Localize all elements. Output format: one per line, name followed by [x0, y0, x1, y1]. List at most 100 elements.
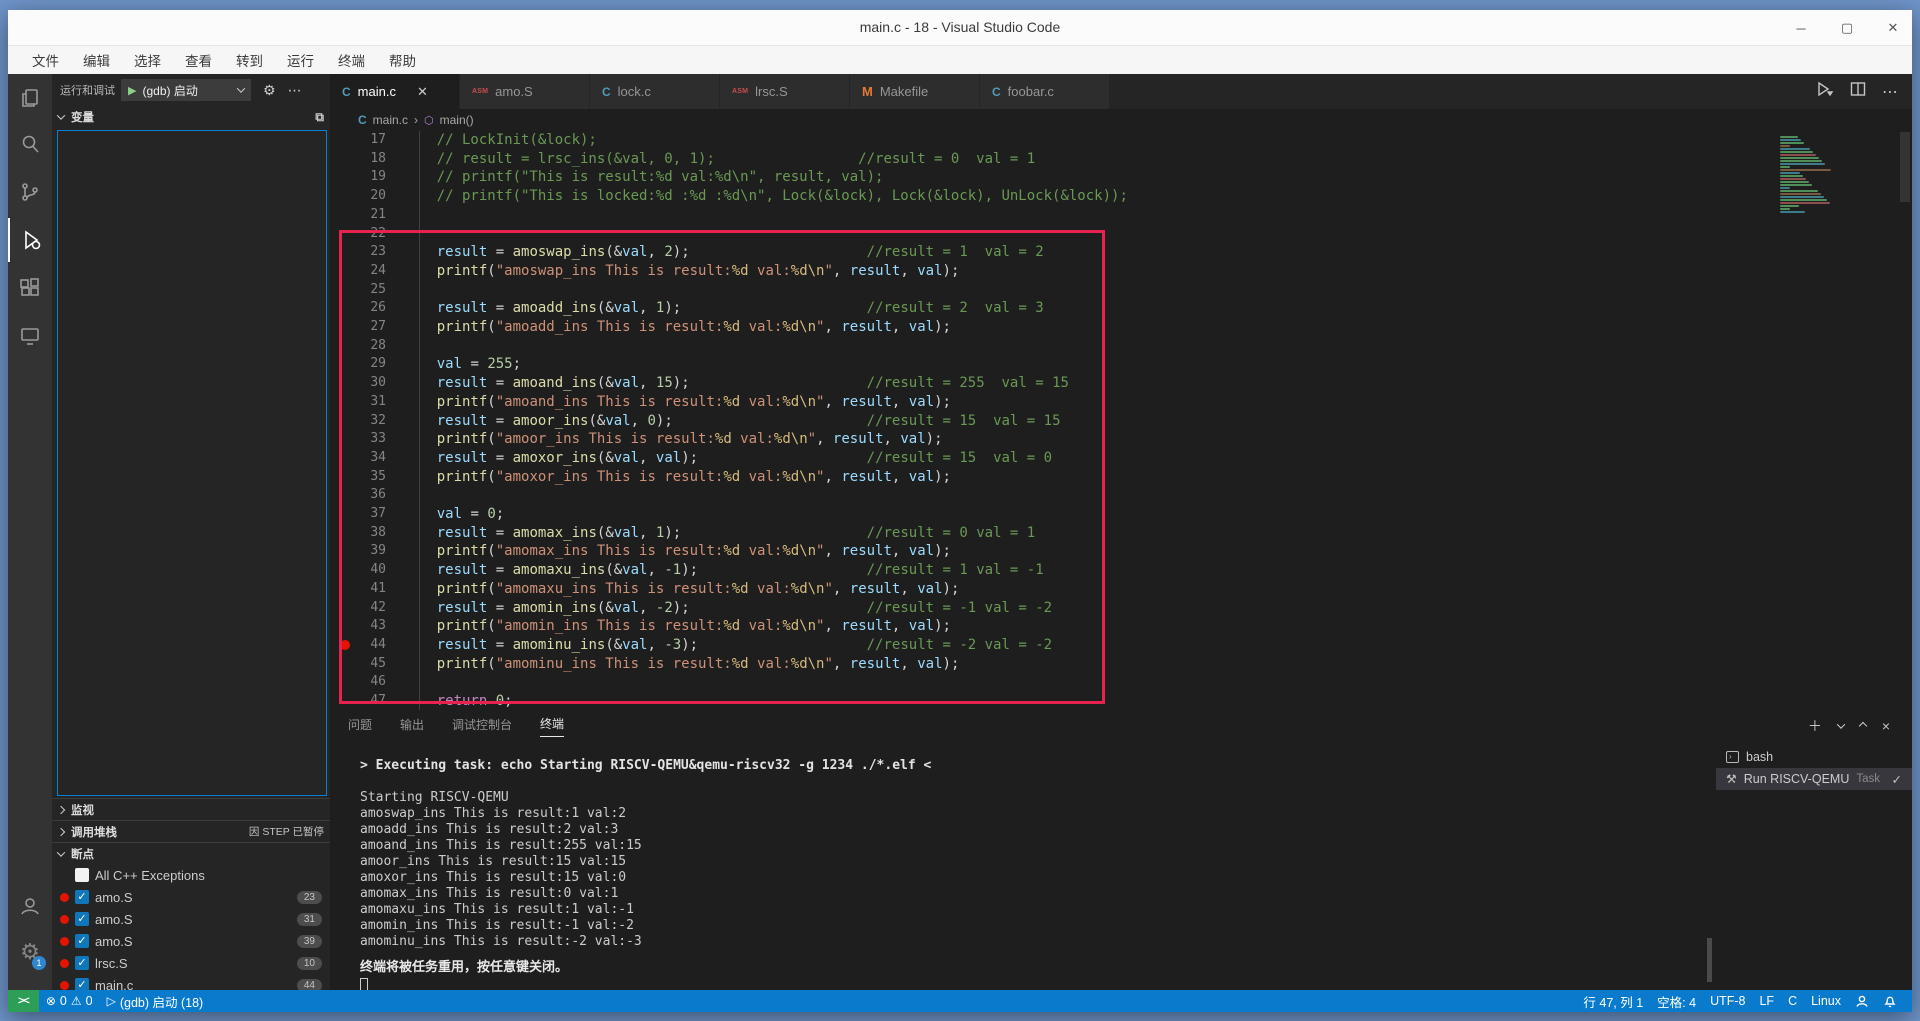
menu-item-运行[interactable]: 运行: [277, 47, 324, 73]
breakpoint-row-amo.S-39[interactable]: ✓amo.S39: [52, 930, 330, 952]
breakpoint-checkbox[interactable]: ✓: [75, 956, 89, 970]
os-indicator[interactable]: Linux: [1804, 990, 1848, 1012]
callstack-section-header[interactable]: 调用堆栈 因 STEP 已暂停: [52, 820, 330, 842]
start-debug-icon[interactable]: ▶: [128, 84, 136, 97]
panel-tab-终端[interactable]: 终端: [540, 715, 564, 737]
debug-more-actions-icon[interactable]: ⋯: [288, 82, 302, 99]
code-editor[interactable]: 17 // LockInit(&lock);18 // result = lrs…: [330, 131, 1912, 710]
code-line-29[interactable]: 29 val = 255;: [330, 355, 1912, 374]
panel-tab-输出[interactable]: 输出: [400, 716, 424, 737]
code-line-37[interactable]: 37 val = 0;: [330, 505, 1912, 524]
code-line-42[interactable]: 42 result = amomin_ins(&val, -2); //resu…: [330, 599, 1912, 618]
code-line-44[interactable]: 44 result = amominu_ins(&val, -3); //res…: [330, 636, 1912, 655]
terminal-list-item-Run RISCV-QEMU[interactable]: ⚒Run RISCV-QEMUTask✓: [1716, 768, 1912, 790]
breakpoint-row-All C++ Exceptions[interactable]: All C++ Exceptions: [52, 864, 330, 886]
breadcrumb-file[interactable]: main.c: [373, 113, 408, 127]
code-line-22[interactable]: 22: [330, 225, 1912, 244]
account-icon[interactable]: [8, 884, 52, 928]
extensions-icon[interactable]: [8, 266, 52, 310]
source-control-icon[interactable]: [8, 170, 52, 214]
problems-status[interactable]: ⊗ 0 ⚠ 0: [39, 990, 100, 1012]
settings-gear-icon[interactable]: ⚙ 1: [8, 930, 52, 974]
breadcrumb[interactable]: C main.c › ⬡ main(): [330, 109, 1912, 131]
debug-settings-gear-icon[interactable]: ⚙: [263, 82, 276, 99]
code-line-24[interactable]: 24 printf("amoswap_ins This is result:%d…: [330, 262, 1912, 281]
notifications-bell-icon[interactable]: [1876, 990, 1904, 1012]
language-mode[interactable]: C: [1781, 990, 1804, 1012]
explorer-icon[interactable]: [8, 76, 52, 120]
new-terminal-icon[interactable]: ＋: [1808, 716, 1822, 736]
watch-section-header[interactable]: 监视: [52, 798, 330, 820]
code-line-36[interactable]: 36: [330, 486, 1912, 505]
code-line-35[interactable]: 35 printf("amoxor_ins This is result:%d …: [330, 468, 1912, 487]
encoding[interactable]: UTF-8: [1703, 990, 1752, 1012]
code-line-39[interactable]: 39 printf("amomax_ins This is result:%d …: [330, 542, 1912, 561]
tab-amo.S[interactable]: ASMamo.S: [460, 74, 590, 109]
tab-Makefile[interactable]: MMakefile: [850, 74, 980, 109]
code-line-31[interactable]: 31 printf("amoand_ins This is result:%d …: [330, 393, 1912, 412]
breakpoint-checkbox[interactable]: ✓: [75, 912, 89, 926]
code-line-19[interactable]: 19 // printf("This is result:%d val:%d\n…: [330, 168, 1912, 187]
code-line-20[interactable]: 20 // printf("This is locked:%d :%d :%d\…: [330, 187, 1912, 206]
tab-lock.c[interactable]: Clock.c: [590, 74, 720, 109]
breakpoints-section-header[interactable]: 断点: [52, 842, 330, 864]
breadcrumb-symbol[interactable]: main(): [440, 113, 474, 127]
menu-item-转到[interactable]: 转到: [226, 47, 273, 73]
code-line-40[interactable]: 40 result = amomaxu_ins(&val, -1); //res…: [330, 561, 1912, 580]
code-line-45[interactable]: 45 printf("amominu_ins This is result:%d…: [330, 655, 1912, 674]
panel-tab-调试控制台[interactable]: 调试控制台: [452, 716, 512, 737]
code-line-33[interactable]: 33 printf("amoor_ins This is result:%d v…: [330, 430, 1912, 449]
tab-lrsc.S[interactable]: ASMlrsc.S: [720, 74, 850, 109]
eol-sequence[interactable]: LF: [1752, 990, 1781, 1012]
terminal-scrollbar[interactable]: [1707, 938, 1712, 982]
breakpoint-row-amo.S-31[interactable]: ✓amo.S31: [52, 908, 330, 930]
feedback-icon[interactable]: [1848, 990, 1876, 1012]
code-line-25[interactable]: 25: [330, 281, 1912, 300]
variables-section-header[interactable]: 变量 ⧉: [52, 106, 330, 128]
maximize-panel-icon[interactable]: [1859, 722, 1867, 730]
panel-tab-问题[interactable]: 问题: [348, 716, 372, 737]
menu-item-帮助[interactable]: 帮助: [379, 47, 426, 73]
debug-config-select[interactable]: ▶ (gdb) 启动: [121, 79, 251, 101]
code-line-47[interactable]: 47 return 0;: [330, 692, 1912, 710]
indentation[interactable]: 空格: 4: [1650, 990, 1703, 1012]
close-panel-icon[interactable]: ×: [1882, 718, 1890, 734]
run-or-debug-icon[interactable]: [1816, 81, 1834, 102]
debug-status[interactable]: ▷ (gdb) 启动 (18): [100, 990, 211, 1012]
remote-indicator[interactable]: ><: [8, 990, 39, 1012]
panes-icon[interactable]: ⧉: [315, 110, 324, 125]
code-line-34[interactable]: 34 result = amoxor_ins(&val, val); //res…: [330, 449, 1912, 468]
menu-item-选择[interactable]: 选择: [124, 47, 171, 73]
cursor-position[interactable]: 行 47, 列 1: [1576, 990, 1650, 1012]
breakpoint-row-amo.S-23[interactable]: ✓amo.S23: [52, 886, 330, 908]
breakpoint-checkbox[interactable]: ✓: [75, 934, 89, 948]
editor-scrollbar[interactable]: [1900, 132, 1910, 202]
breakpoint-row-lrsc.S-10[interactable]: ✓lrsc.S10: [52, 952, 330, 974]
code-line-30[interactable]: 30 result = amoand_ins(&val, 15); //resu…: [330, 374, 1912, 393]
terminal[interactable]: > Executing task: echo Starting RISCV-QE…: [360, 750, 1702, 990]
search-icon[interactable]: [8, 122, 52, 166]
run-and-debug-icon[interactable]: [8, 218, 52, 262]
tab-main.c[interactable]: Cmain.c✕: [330, 74, 460, 109]
maximize-button[interactable]: ▢: [1838, 20, 1856, 36]
minimize-button[interactable]: ─: [1792, 21, 1810, 36]
code-line-38[interactable]: 38 result = amomax_ins(&val, 1); //resul…: [330, 524, 1912, 543]
code-line-32[interactable]: 32 result = amoor_ins(&val, 0); //result…: [330, 412, 1912, 431]
breakpoint-checkbox[interactable]: ✓: [75, 890, 89, 904]
remote-explorer-icon[interactable]: [8, 314, 52, 358]
code-line-41[interactable]: 41 printf("amomaxu_ins This is result:%d…: [330, 580, 1912, 599]
menu-item-终端[interactable]: 终端: [328, 47, 375, 73]
code-line-21[interactable]: 21: [330, 206, 1912, 225]
split-editor-icon[interactable]: [1850, 81, 1866, 102]
code-line-17[interactable]: 17 // LockInit(&lock);: [330, 131, 1912, 150]
chevron-down-icon[interactable]: [1837, 720, 1845, 728]
breakpoint-checkbox[interactable]: [75, 868, 89, 882]
code-line-28[interactable]: 28: [330, 337, 1912, 356]
terminal-list-item-bash[interactable]: ›bash: [1716, 746, 1912, 768]
more-actions-icon[interactable]: ⋯: [1882, 82, 1898, 102]
close-tab-icon[interactable]: ✕: [417, 84, 428, 100]
code-line-46[interactable]: 46: [330, 673, 1912, 692]
variables-panel[interactable]: [57, 130, 327, 796]
menu-item-查看[interactable]: 查看: [175, 47, 222, 73]
code-line-18[interactable]: 18 // result = lrsc_ins(&val, 0, 1); //r…: [330, 150, 1912, 169]
